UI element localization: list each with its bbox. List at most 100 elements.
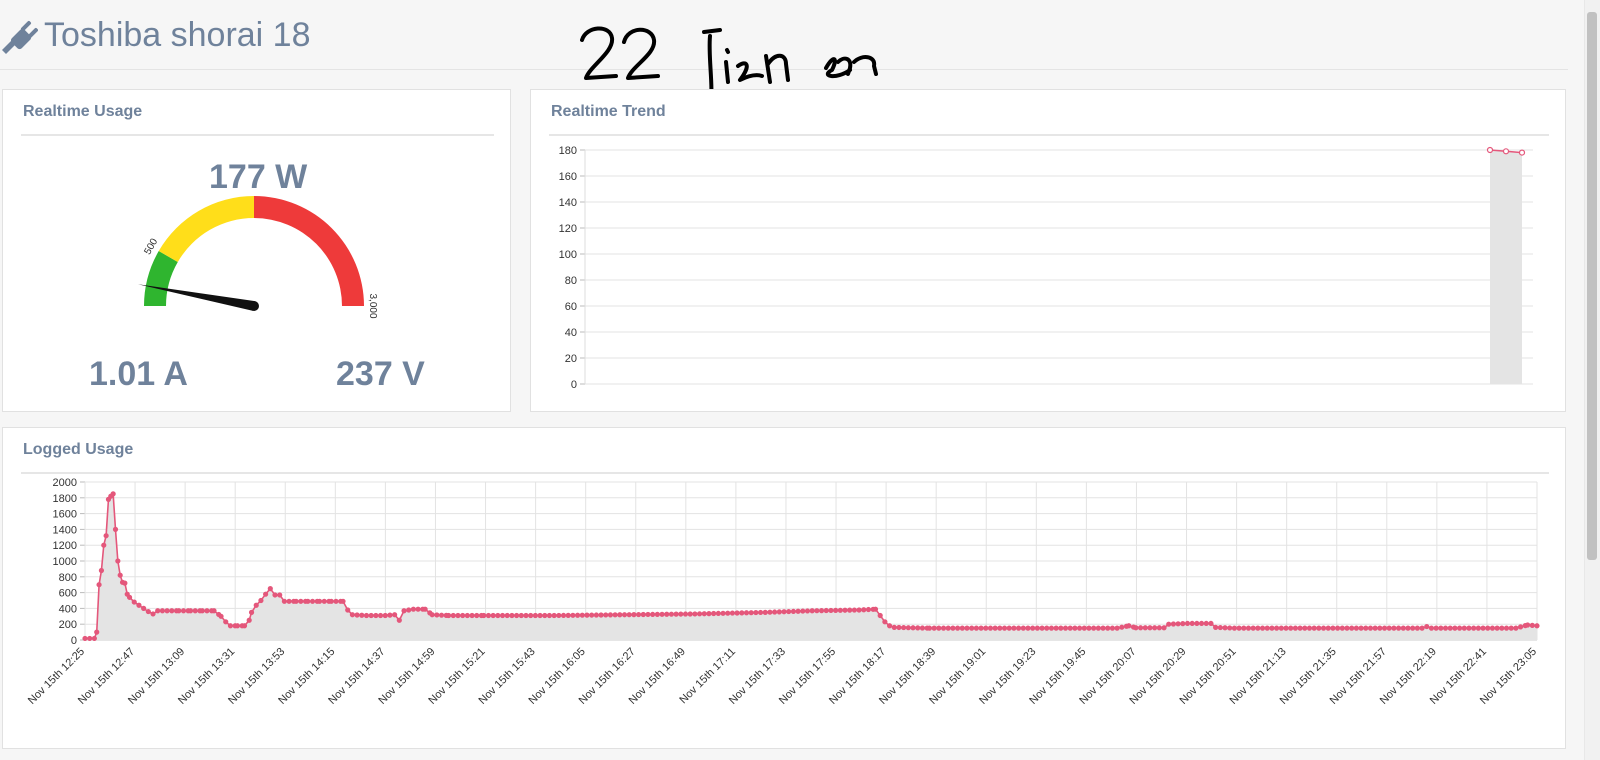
logged-point: [593, 612, 599, 618]
logged-point: [734, 610, 740, 616]
logged-point: [523, 612, 529, 619]
logged-point: [851, 607, 857, 613]
logged-point: [122, 580, 128, 586]
logged-point: [1489, 625, 1496, 631]
logged-point: [410, 606, 417, 612]
logged-point: [800, 608, 806, 614]
logged-point: [861, 607, 867, 613]
logged-point: [246, 617, 252, 623]
logged-point: [354, 612, 360, 618]
logged-point: [1438, 625, 1444, 631]
logged-point: [1142, 625, 1148, 631]
power-gauge: 5001,5003,000: [138, 196, 378, 319]
logged-point: [1015, 625, 1022, 631]
logged-point: [1292, 625, 1298, 631]
logged-point: [659, 611, 665, 617]
logged-point: [281, 598, 287, 604]
logged-point: [1034, 625, 1040, 631]
logged-point: [532, 612, 538, 619]
logged-point: [1302, 625, 1308, 631]
logged-point: [1330, 625, 1336, 631]
logged-point: [1175, 621, 1181, 627]
logged-point: [1381, 625, 1388, 631]
logged-point: [363, 612, 370, 619]
logged-point: [1227, 625, 1233, 631]
logged-point: [997, 625, 1003, 631]
logged-point: [1161, 625, 1167, 631]
logged-point: [117, 572, 123, 578]
logged-point: [485, 612, 492, 619]
logged-point: [1081, 625, 1087, 631]
logged-point: [1471, 625, 1477, 631]
logged-point: [919, 625, 926, 631]
logged-point: [542, 612, 548, 619]
logged-point: [776, 609, 782, 615]
logged-point: [377, 612, 384, 619]
logged-point: [112, 526, 119, 533]
y-tick-label: 2000: [53, 477, 77, 489]
plug-icon: [2, 20, 38, 54]
logged-point: [964, 625, 970, 631]
logged-point: [837, 607, 843, 613]
logged-point: [955, 625, 961, 631]
logged-point: [180, 608, 187, 614]
logged-point: [1363, 625, 1369, 631]
logged-point: [1525, 622, 1531, 628]
logged-point: [992, 625, 998, 631]
logged-point: [743, 610, 750, 616]
logged-point: [983, 625, 989, 631]
logged-point: [940, 625, 947, 631]
logged-point: [1025, 625, 1031, 631]
logged-point: [528, 612, 534, 619]
logged-point: [382, 612, 388, 619]
logged-point: [387, 612, 393, 618]
logged-point: [263, 591, 269, 597]
logged-point: [1405, 625, 1411, 631]
logged-point: [607, 612, 614, 618]
logged-point: [438, 612, 445, 618]
logged-point: [1259, 625, 1266, 631]
logged-point: [333, 598, 339, 604]
logged-point: [309, 598, 316, 604]
logged-point: [739, 610, 745, 616]
logged-point: [1241, 625, 1247, 631]
logged-point: [1499, 625, 1505, 631]
y-tick-label: 160: [559, 171, 577, 183]
logged-point: [176, 608, 182, 614]
page-title: Toshiba shorai 18: [44, 16, 311, 54]
logged-point: [1335, 625, 1341, 631]
logged-point: [490, 612, 496, 619]
logged-point: [1119, 624, 1125, 630]
logged-point: [218, 613, 224, 619]
logged-point: [253, 602, 259, 608]
logged-point: [673, 611, 679, 617]
logged-point: [1245, 625, 1252, 631]
logged-point: [1311, 625, 1317, 631]
vertical-scrollbar[interactable]: [1584, 0, 1600, 760]
logged-point: [1189, 620, 1195, 627]
logged-point: [804, 608, 811, 614]
logged-usage-panel: Logged Usage 0 200 400 600 800 1000 1200 1400 16…: [2, 427, 1566, 749]
gauge-band: [144, 251, 178, 306]
logged-point: [696, 611, 703, 617]
logged-point: [668, 611, 675, 617]
panel-title: Realtime Usage: [23, 103, 143, 120]
page: Toshiba shorai 18 Realtime Usage 177 W 5…: [0, 0, 1600, 760]
scrollbar-thumb[interactable]: [1587, 12, 1597, 560]
logged-point: [617, 612, 623, 618]
logged-point: [1072, 625, 1078, 631]
logged-point: [753, 609, 759, 616]
y-tick-label: 0: [571, 379, 577, 391]
logged-point: [169, 608, 175, 614]
logged-point: [1274, 625, 1280, 631]
y-tick-label: 1200: [53, 540, 77, 552]
logged-point: [1269, 625, 1275, 631]
logged-point: [626, 612, 632, 618]
logged-point: [1067, 625, 1073, 631]
logged-point: [445, 612, 452, 619]
logged-point: [131, 599, 137, 605]
logged-point: [1494, 625, 1500, 631]
logged-point: [589, 612, 595, 618]
logged-point: [155, 608, 161, 614]
logged-point: [1255, 625, 1261, 631]
